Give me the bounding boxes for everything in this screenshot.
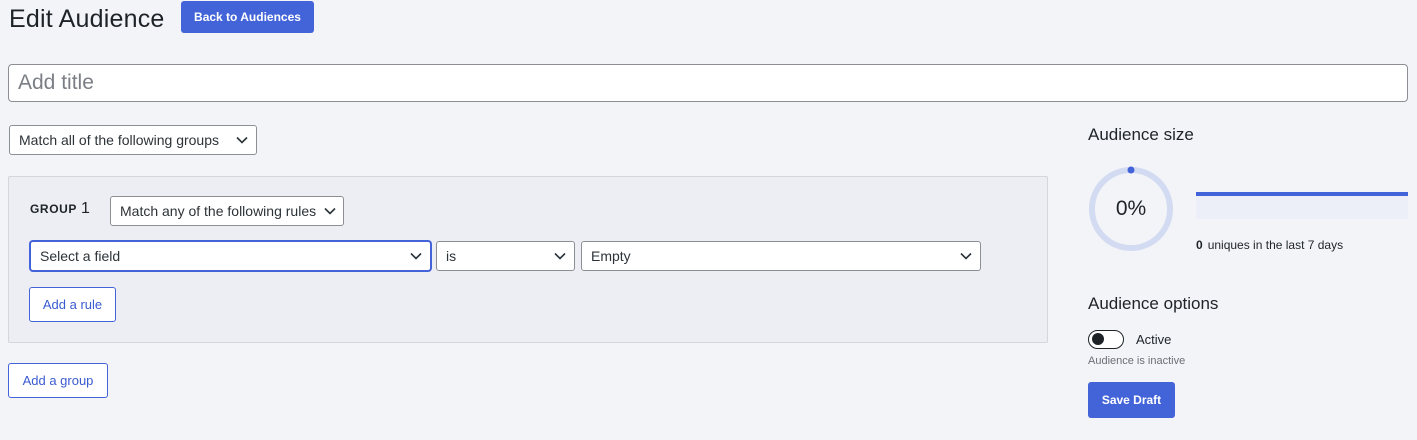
- chevron-down-icon: [228, 136, 256, 144]
- uniques-count: 0: [1196, 238, 1203, 252]
- page-title: Edit Audience: [9, 5, 165, 33]
- uniques-summary: 0 uniques in the last 7 days: [1196, 238, 1343, 252]
- audience-options-heading: Audience options: [1088, 294, 1219, 313]
- rule-field-value: Select a field: [40, 248, 121, 264]
- match-rules-select[interactable]: Match any of the following rules: [110, 196, 344, 226]
- group-heading: GROUP 1: [30, 200, 90, 218]
- audience-size-percent: 0%: [1115, 197, 1147, 220]
- rule-value-value: Empty: [591, 248, 631, 264]
- audience-size-bar: [1196, 192, 1408, 219]
- chevron-down-icon: [402, 252, 430, 260]
- audience-title-input[interactable]: [8, 64, 1408, 102]
- rule-operator-select[interactable]: is: [436, 241, 575, 271]
- active-label: Active: [1136, 332, 1172, 347]
- rule-value-select[interactable]: Empty: [581, 241, 981, 271]
- active-toggle[interactable]: [1088, 330, 1124, 349]
- match-groups-value: Match all of the following groups: [19, 132, 219, 148]
- chevron-down-icon: [952, 252, 980, 260]
- group-label: GROUP: [30, 202, 78, 216]
- audience-size-heading: Audience size: [1088, 125, 1194, 144]
- rule-operator-value: is: [446, 248, 457, 264]
- uniques-text: uniques in the last 7 days: [1207, 238, 1344, 252]
- match-rules-value: Match any of the following rules: [120, 203, 317, 219]
- save-draft-button[interactable]: Save Draft: [1088, 382, 1175, 418]
- add-group-button[interactable]: Add a group: [8, 363, 108, 398]
- rule-field-select[interactable]: Select a field: [30, 241, 431, 271]
- chevron-down-icon: [316, 207, 343, 215]
- back-to-audiences-button[interactable]: Back to Audiences: [181, 1, 314, 33]
- audience-size-bar-line: [1196, 192, 1408, 196]
- audience-status-note: Audience is inactive: [1088, 355, 1186, 367]
- group-number: 1: [81, 200, 90, 217]
- add-rule-button[interactable]: Add a rule: [29, 287, 116, 322]
- toggle-knob: [1092, 333, 1104, 345]
- match-groups-select[interactable]: Match all of the following groups: [9, 125, 257, 155]
- chevron-down-icon: [546, 252, 574, 260]
